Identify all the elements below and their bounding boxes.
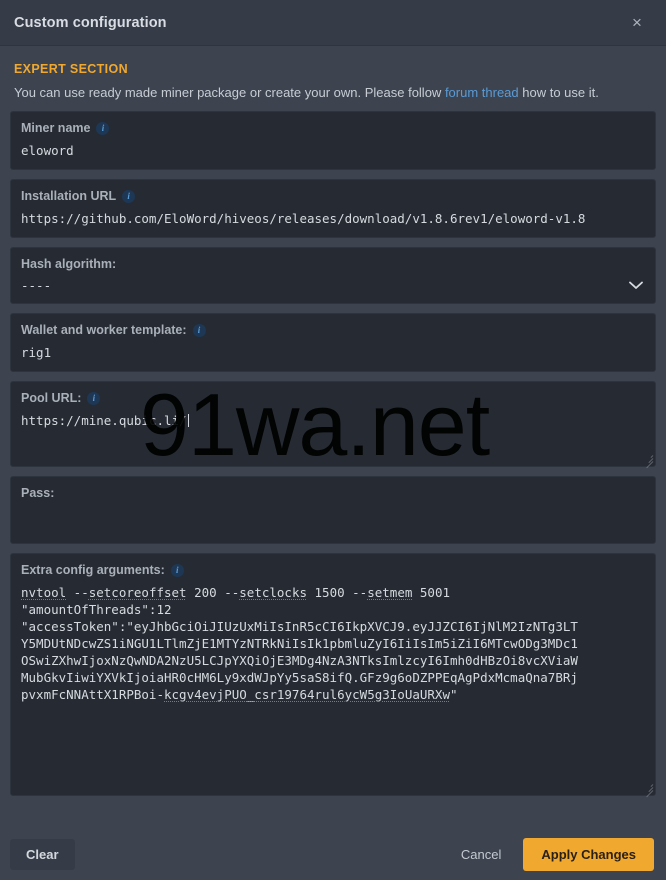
field-pass[interactable]: Pass:: [10, 476, 656, 544]
extra-config-line: OSwiZXhwIjoxNzQwNDA2NzU5LCJpYXQiOjE3MDg4…: [21, 653, 578, 668]
installation-url-label-text: Installation URL: [21, 189, 117, 203]
wallet-template-input[interactable]: rig1: [21, 344, 645, 361]
installation-url-label: Installation URL i: [21, 189, 645, 203]
extra-config-label-text: Extra config arguments:: [21, 563, 165, 577]
hash-algorithm-value: ----: [21, 278, 52, 293]
extra-config-line: pvxmFcNNAttX1RPBoi-kcgv4evjPUO_csr19764r…: [21, 687, 458, 702]
wallet-template-label: Wallet and worker template: i: [21, 323, 645, 337]
chevron-down-icon: [629, 279, 643, 292]
info-icon[interactable]: i: [122, 189, 136, 203]
miner-name-input[interactable]: eloword: [21, 142, 645, 159]
extra-config-line: "accessToken":"eyJhbGciOiJIUzUxMiIsInR5c…: [21, 619, 578, 634]
field-hash-algorithm[interactable]: Hash algorithm: ----: [10, 247, 656, 304]
dialog-titlebar: Custom configuration ×: [0, 0, 666, 46]
close-icon[interactable]: ×: [624, 10, 650, 36]
intro-prefix: You can use ready made miner package or …: [14, 85, 445, 100]
intro-suffix: how to use it.: [518, 85, 599, 100]
field-wallet-template[interactable]: Wallet and worker template: i rig1: [10, 313, 656, 372]
pool-url-textarea[interactable]: https://mine.qubic.li/: [21, 412, 645, 429]
hash-algorithm-label: Hash algorithm:: [21, 257, 645, 271]
installation-url-input[interactable]: https://github.com/EloWord/hiveos/releas…: [21, 210, 645, 227]
dialog-footer: Clear Cancel Apply Changes: [0, 828, 666, 880]
pool-url-label: Pool URL: i: [21, 391, 645, 405]
extra-config-line: nvtool --setcoreoffset 200 --setclocks 1…: [21, 585, 451, 600]
apply-changes-button[interactable]: Apply Changes: [523, 837, 654, 871]
pass-label-text: Pass:: [21, 486, 55, 500]
custom-configuration-dialog: Custom configuration × EXPERT SECTION Yo…: [0, 0, 666, 880]
field-miner-name[interactable]: Miner name i eloword: [10, 111, 656, 170]
miner-name-label: Miner name i: [21, 121, 645, 135]
pool-url-label-text: Pool URL:: [21, 391, 82, 405]
forum-thread-link[interactable]: forum thread: [445, 85, 519, 100]
resize-handle-icon[interactable]: [642, 453, 654, 469]
extra-config-line: MubGkvIiwiYXVkIjoiaHR0cHM6Ly9xdWJpYy5saS…: [21, 670, 578, 685]
hash-algorithm-select[interactable]: ----: [21, 278, 645, 293]
extra-config-line: "amountOfThreads":12: [21, 602, 172, 617]
wallet-template-label-text: Wallet and worker template:: [21, 323, 187, 337]
resize-handle-icon[interactable]: [642, 782, 654, 798]
pass-label: Pass:: [21, 486, 645, 500]
info-icon[interactable]: i: [87, 391, 101, 405]
expert-section-label: EXPERT SECTION: [14, 62, 128, 76]
info-icon[interactable]: i: [170, 563, 184, 577]
extra-config-textarea[interactable]: nvtool --setcoreoffset 200 --setclocks 1…: [21, 584, 645, 703]
intro-text: You can use ready made miner package or …: [10, 76, 656, 111]
hash-algorithm-label-text: Hash algorithm:: [21, 257, 117, 271]
dialog-body: EXPERT SECTION You can use ready made mi…: [0, 46, 666, 828]
info-icon[interactable]: i: [96, 121, 110, 135]
text-cursor: [187, 414, 189, 427]
dialog-title: Custom configuration: [14, 14, 167, 31]
extra-config-line: Y5MDUtNDcwZS1iNGU1LTlmZjE1MTYzNTRkNiIsIk…: [21, 636, 578, 651]
field-pool-url[interactable]: Pool URL: i https://mine.qubic.li/: [10, 381, 656, 469]
clear-button[interactable]: Clear: [10, 838, 75, 870]
extra-config-label: Extra config arguments: i: [21, 563, 645, 577]
cancel-button[interactable]: Cancel: [449, 839, 513, 870]
field-extra-config[interactable]: Extra config arguments: i nvtool --setco…: [10, 553, 656, 798]
field-installation-url[interactable]: Installation URL i https://github.com/El…: [10, 179, 656, 238]
miner-name-label-text: Miner name: [21, 121, 91, 135]
pool-url-value: https://mine.qubic.li/: [21, 413, 187, 428]
info-icon[interactable]: i: [192, 323, 206, 337]
